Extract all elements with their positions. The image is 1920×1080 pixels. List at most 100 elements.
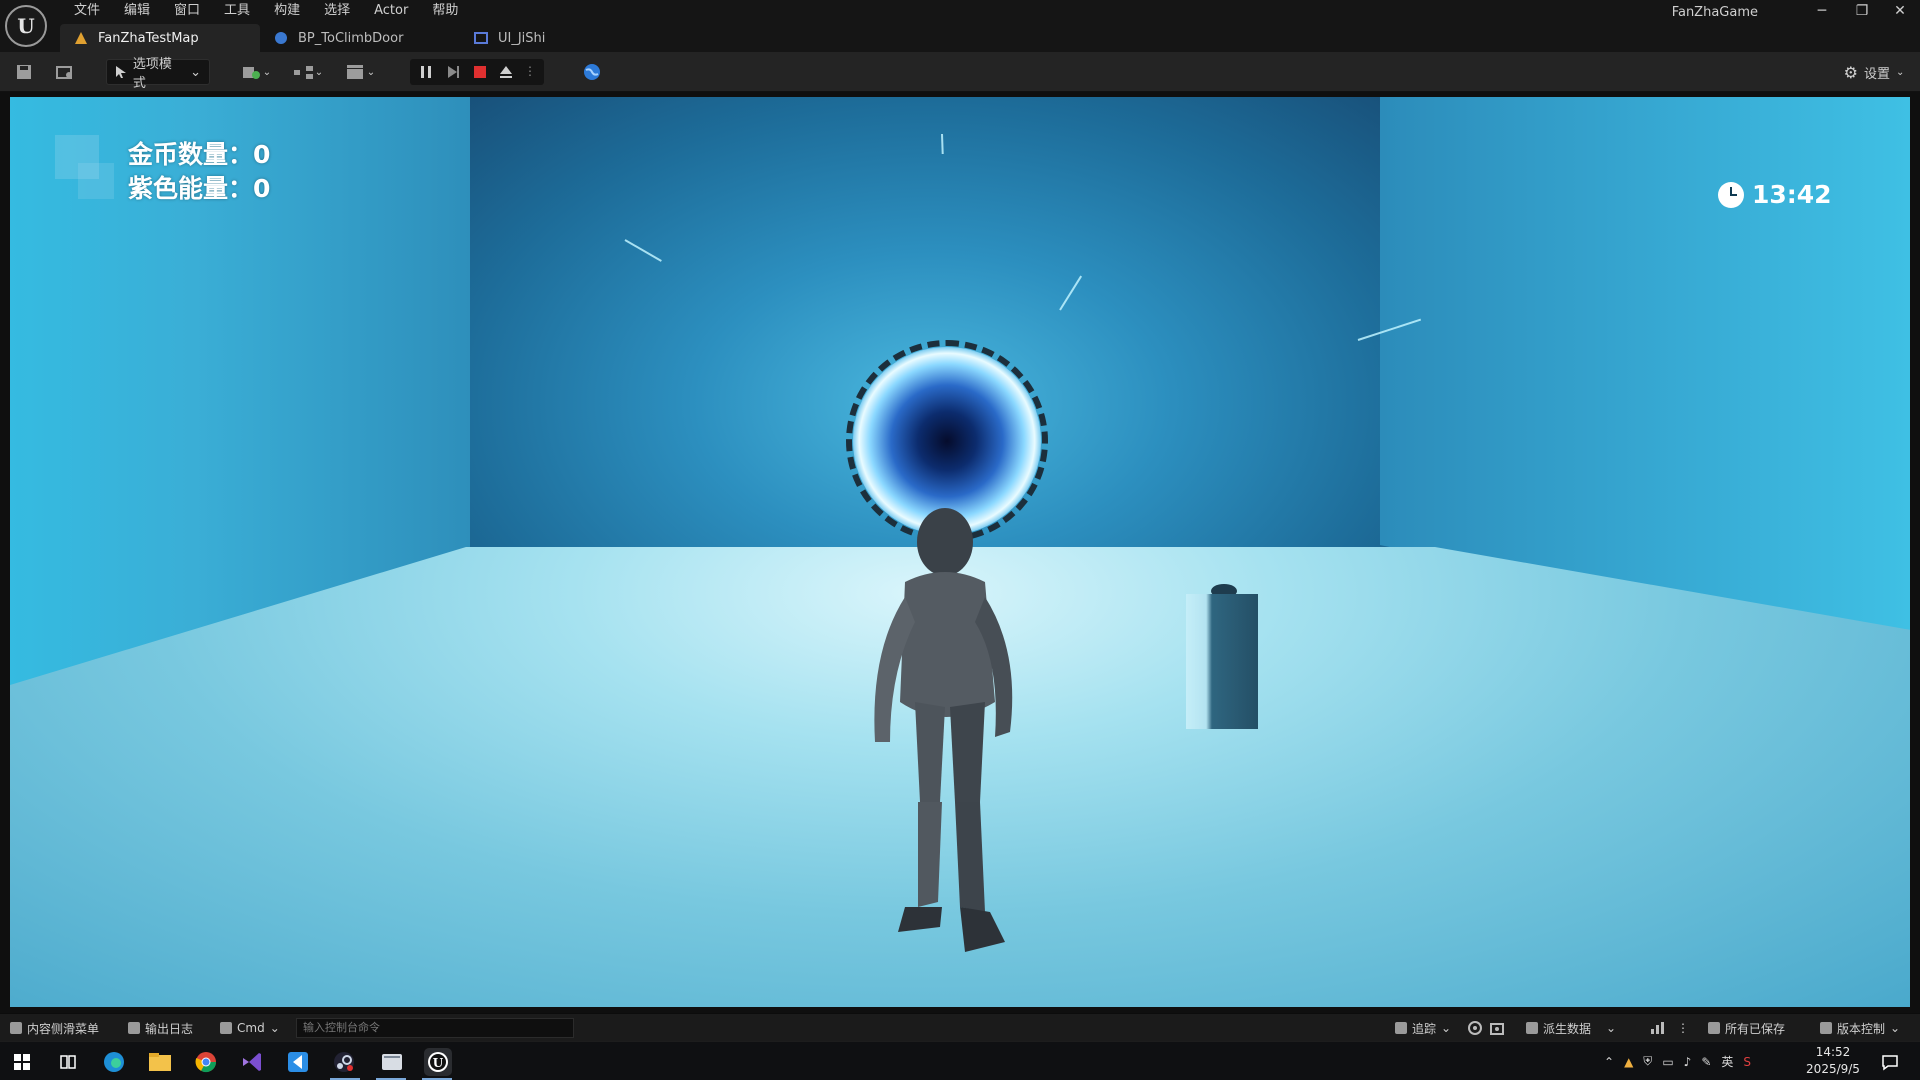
- tab-label: UI_JiShi: [498, 30, 546, 46]
- trace-icon: [1395, 1022, 1407, 1034]
- cmd-dropdown[interactable]: Cmd ⌄: [220, 1014, 280, 1042]
- trace-dropdown[interactable]: 追踪 ⌄: [1395, 1014, 1451, 1042]
- content-drawer-icon: [10, 1022, 22, 1034]
- settings-button[interactable]: ⚙ 设置 ⌄: [1838, 59, 1910, 85]
- windows-start-icon[interactable]: [8, 1048, 36, 1076]
- menu-bar: 文件 编辑 窗口 工具 构建 选择 Actor 帮助: [62, 0, 470, 22]
- source-control-dropdown[interactable]: 版本控制 ⌄: [1820, 1014, 1900, 1042]
- game-viewport[interactable]: 金币数量：0 紫色能量：0 13:42: [10, 97, 1910, 1007]
- menu-build[interactable]: 构建: [262, 0, 312, 22]
- unreal-engine-icon[interactable]: U: [424, 1048, 452, 1076]
- tab-fanzhatestmap[interactable]: FanZhaTestMap: [60, 24, 260, 52]
- platforms-globe-icon[interactable]: [578, 59, 606, 85]
- chevron-down-icon: ⌄: [190, 64, 201, 80]
- screenshot-icon[interactable]: [1490, 1014, 1504, 1042]
- tab-label: BP_ToClimbDoor: [298, 30, 404, 46]
- player-character: [874, 508, 1013, 952]
- stop-icon[interactable]: [472, 64, 488, 80]
- menu-help[interactable]: 帮助: [420, 0, 470, 22]
- content-drawer-button[interactable]: 内容侧滑菜单: [10, 1014, 99, 1042]
- app-icon[interactable]: [378, 1048, 406, 1076]
- tab-ui-jishi[interactable]: UI_JiShi: [460, 24, 600, 52]
- close-button[interactable]: ✕: [1880, 0, 1920, 22]
- tab-bp-toclimbdoor[interactable]: BP_ToClimbDoor: [260, 24, 460, 52]
- menu-window[interactable]: 窗口: [162, 0, 212, 22]
- project-name: FanZhaGame: [1671, 5, 1758, 20]
- cmd-label: Cmd: [237, 1021, 265, 1035]
- pen-icon[interactable]: ✎: [1701, 1055, 1711, 1069]
- clock-icon: [1718, 181, 1744, 208]
- menu-actor[interactable]: Actor: [362, 0, 420, 22]
- blueprint-menu-button[interactable]: ⌄: [290, 59, 326, 85]
- content-browser-icon[interactable]: [52, 59, 78, 85]
- menu-edit[interactable]: 编辑: [112, 0, 162, 22]
- terminal-icon: [220, 1022, 232, 1034]
- file-explorer-icon[interactable]: [146, 1048, 174, 1076]
- content-drawer-label: 内容侧滑菜单: [27, 1021, 100, 1036]
- vscode-icon[interactable]: [284, 1048, 312, 1076]
- save-all-button[interactable]: 所有已保存: [1708, 1014, 1785, 1042]
- clock-date: 2025/9/5: [1806, 1062, 1860, 1076]
- network-icon[interactable]: ▭: [1662, 1055, 1673, 1069]
- save-icon[interactable]: [12, 59, 36, 85]
- console-command-input[interactable]: 输入控制台命令: [296, 1018, 574, 1038]
- antivirus-icon[interactable]: S: [1743, 1055, 1751, 1069]
- chevron-up-icon[interactable]: ⌃: [1604, 1055, 1614, 1069]
- shield-icon[interactable]: ⛨: [1643, 1054, 1652, 1069]
- add-actor-button[interactable]: ⌄: [238, 59, 274, 85]
- notification-icon[interactable]: [1876, 1048, 1904, 1076]
- blueprint-icon: [274, 31, 288, 45]
- derived-data-dropdown[interactable]: 派生数据 ⌄: [1526, 1014, 1616, 1042]
- restore-button[interactable]: ❐: [1842, 0, 1882, 22]
- system-tray: ⌃ ▲ ⛨ ▭ ♪ ✎ 英 S: [1604, 1042, 1751, 1080]
- title-bar: U 文件 编辑 窗口 工具 构建 选择 Actor 帮助 FanZhaGame …: [0, 0, 1920, 52]
- menu-select[interactable]: 选择: [312, 0, 362, 22]
- coin-count-label: 金币数量：0: [128, 140, 271, 169]
- chevron-down-icon: ⌄: [1441, 1021, 1452, 1035]
- selection-mode-dropdown[interactable]: 选项模式 ⌄: [106, 57, 210, 91]
- edge-icon[interactable]: [100, 1048, 128, 1076]
- step-frame-icon[interactable]: [445, 64, 461, 80]
- derived-data-label: 派生数据: [1543, 1021, 1592, 1036]
- system-clock[interactable]: 14:52 2025/9/5: [1803, 1044, 1863, 1078]
- level-icon: [74, 31, 88, 45]
- chevron-down-icon: ⌄: [1890, 1021, 1901, 1035]
- cinematics-button[interactable]: ⌄: [342, 59, 378, 85]
- windows-taskbar: U ⌃ ▲ ⛨ ▭ ♪ ✎ 英 S 14:52 2025/9/5: [0, 1041, 1920, 1080]
- more-options-icon[interactable]: ⋮: [1677, 1014, 1689, 1042]
- minimize-button[interactable]: ─: [1802, 0, 1842, 22]
- log-icon: [128, 1022, 140, 1034]
- chevron-down-icon: ⌄: [1606, 1021, 1617, 1035]
- menu-file[interactable]: 文件: [62, 0, 112, 22]
- save-icon: [1708, 1022, 1720, 1034]
- main-toolbar: 选项模式 ⌄ ⌄ ⌄ ⌄ ⋮ ⚙ 设置 ⌄: [0, 52, 1920, 92]
- input-language[interactable]: 英: [1721, 1053, 1733, 1070]
- stats-icon[interactable]: [1650, 1014, 1664, 1042]
- visual-studio-icon[interactable]: [238, 1048, 266, 1076]
- unreal-logo-icon[interactable]: U: [5, 5, 47, 47]
- tray-app-icon[interactable]: ▲: [1624, 1055, 1633, 1069]
- more-options-icon[interactable]: ⋮: [524, 64, 536, 80]
- output-log-button[interactable]: 输出日志: [128, 1014, 193, 1042]
- pause-icon[interactable]: [418, 64, 434, 80]
- chevron-down-icon: ⌄: [269, 1021, 280, 1035]
- chrome-icon[interactable]: [192, 1048, 220, 1076]
- source-control-label: 版本控制: [1837, 1021, 1886, 1036]
- menu-tools[interactable]: 工具: [212, 0, 262, 22]
- settings-label: 设置: [1863, 66, 1890, 82]
- output-log-label: 输出日志: [145, 1021, 194, 1036]
- document-tabs: FanZhaTestMap BP_ToClimbDoor UI_JiShi: [60, 24, 600, 52]
- widget-icon: [474, 31, 488, 45]
- steam-icon[interactable]: [330, 1048, 358, 1076]
- record-icon[interactable]: [1468, 1014, 1482, 1042]
- chevron-down-icon: ⌄: [1895, 66, 1905, 78]
- volume-icon[interactable]: ♪: [1684, 1055, 1692, 1069]
- clock-time: 14:52: [1815, 1045, 1851, 1059]
- source-control-icon: [1820, 1022, 1832, 1034]
- task-view-icon[interactable]: [54, 1048, 82, 1076]
- mode-label: 选项模式: [132, 57, 172, 91]
- purple-energy-label: 紫色能量：0: [128, 174, 271, 203]
- eject-icon[interactable]: [498, 64, 514, 80]
- timer-value: 13:42: [1752, 180, 1832, 209]
- pillar: [1186, 594, 1258, 729]
